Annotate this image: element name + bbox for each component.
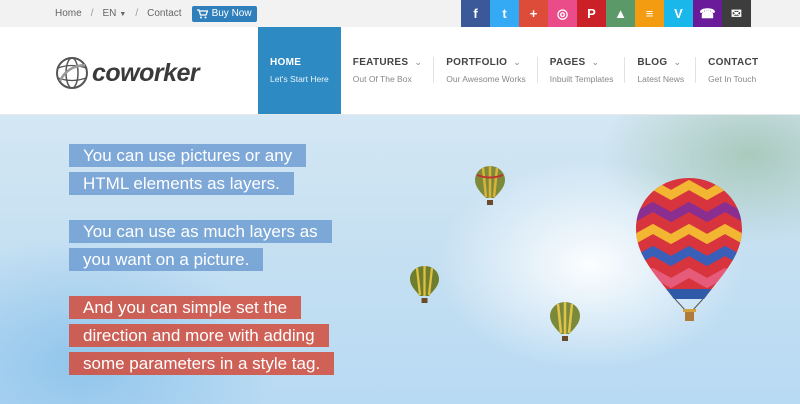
logo[interactable]: coworker xyxy=(55,56,200,90)
nav-item-subtitle: Get In Touch xyxy=(708,74,757,84)
phone-icon[interactable]: ☎ xyxy=(693,0,722,27)
nav-item-title: PAGES ⌄ xyxy=(550,57,614,68)
nav-item-portfolio[interactable]: PORTFOLIO ⌄ Our Awesome Works xyxy=(434,27,538,114)
top-bar: Home / EN ▼ / Contact Buy Now f t + ◎ P ▲ ≡ V ☎ ✉ xyxy=(0,0,800,28)
nav-item-title: PORTFOLIO ⌄ xyxy=(446,57,526,68)
nav-item-subtitle: Latest News xyxy=(637,74,685,84)
separator: / xyxy=(90,8,94,19)
nav-item-title: BLOG ⌄ xyxy=(637,57,684,68)
buy-now-button[interactable]: Buy Now xyxy=(191,5,257,22)
language-selector[interactable]: EN ▼ xyxy=(102,8,126,19)
nav-item-subtitle: Our Awesome Works xyxy=(446,74,526,84)
globe-icon xyxy=(56,57,88,89)
social-links: f t + ◎ P ▲ ≡ V ☎ ✉ xyxy=(461,0,751,27)
buy-now-label: Buy Now xyxy=(211,8,252,19)
nav-item-title: CONTACT xyxy=(708,57,758,68)
google-plus-icon[interactable]: + xyxy=(519,0,548,27)
caption-line: direction and more with adding xyxy=(69,324,329,347)
caption-line: And you can simple set the xyxy=(69,296,302,319)
caption-line: HTML elements as layers. xyxy=(69,172,294,195)
chevron-down-icon: ⌄ xyxy=(591,57,600,67)
caption-line: you want on a picture. xyxy=(69,248,264,271)
home-link[interactable]: Home xyxy=(55,8,82,19)
logo-text: coworker xyxy=(92,58,200,87)
main-nav: HOME Let's Start Here FEATURES ⌄ Out Of The … xyxy=(258,27,770,114)
chevron-down-icon: ⌄ xyxy=(414,57,423,67)
nav-item-label: CONTACT xyxy=(708,57,759,68)
nav-item-label: HOME xyxy=(270,57,302,68)
nav-item-features[interactable]: FEATURES ⌄ Out Of The Box xyxy=(341,27,435,114)
header: coworker HOME Let's Start Here FEATURES ⌄ Ou… xyxy=(0,27,800,115)
vimeo-icon[interactable]: V xyxy=(664,0,693,27)
nav-item-label: FEATURES xyxy=(352,57,409,68)
hero-slider: You can use pictures or any HTML element… xyxy=(0,115,800,404)
twitter-icon[interactable]: t xyxy=(490,0,519,27)
pinterest-icon[interactable]: P xyxy=(577,0,606,27)
caption-line: You can use pictures or any xyxy=(69,144,307,167)
hot-air-balloon-image xyxy=(475,166,505,205)
language-label: EN xyxy=(102,8,117,19)
nav-item-subtitle: Let's Start Here xyxy=(270,74,329,84)
nav-item-label: BLOG xyxy=(637,57,668,68)
nav-item-blog[interactable]: BLOG ⌄ Latest News xyxy=(625,27,697,114)
nav-item-contact[interactable]: CONTACT Get In Touch xyxy=(696,27,770,114)
top-links: Home / EN ▼ / Contact Buy Now xyxy=(55,0,257,27)
nav-item-title: HOME xyxy=(270,57,329,68)
nav-item-title: FEATURES ⌄ xyxy=(353,57,422,68)
facebook-icon[interactable]: f xyxy=(461,0,490,27)
separator: / xyxy=(135,8,139,19)
contact-link[interactable]: Contact xyxy=(147,8,181,19)
nav-item-home[interactable]: HOME Let's Start Here xyxy=(258,27,341,114)
cart-icon xyxy=(196,8,208,18)
nav-item-subtitle: Inbuilt Templates xyxy=(549,74,614,84)
rss-icon[interactable]: ≡ xyxy=(635,0,664,27)
hot-air-balloon-image xyxy=(636,178,742,321)
nav-item-label: PORTFOLIO xyxy=(446,57,508,68)
hot-air-balloon-image xyxy=(410,266,439,303)
chevron-down-icon: ▼ xyxy=(119,11,127,18)
caption-line: some parameters in a style tag. xyxy=(69,352,335,375)
nav-item-label: PAGES xyxy=(549,57,586,68)
forrst-icon[interactable]: ▲ xyxy=(606,0,635,27)
email-icon[interactable]: ✉ xyxy=(722,0,751,27)
chevron-down-icon: ⌄ xyxy=(513,57,522,67)
chevron-down-icon: ⌄ xyxy=(673,57,682,67)
nav-item-pages[interactable]: PAGES ⌄ Inbuilt Templates xyxy=(538,27,626,114)
caption-line: You can use as much layers as xyxy=(69,220,332,243)
dribbble-icon[interactable]: ◎ xyxy=(548,0,577,27)
nav-item-subtitle: Out Of The Box xyxy=(352,74,412,84)
hot-air-balloon-image xyxy=(550,302,580,341)
